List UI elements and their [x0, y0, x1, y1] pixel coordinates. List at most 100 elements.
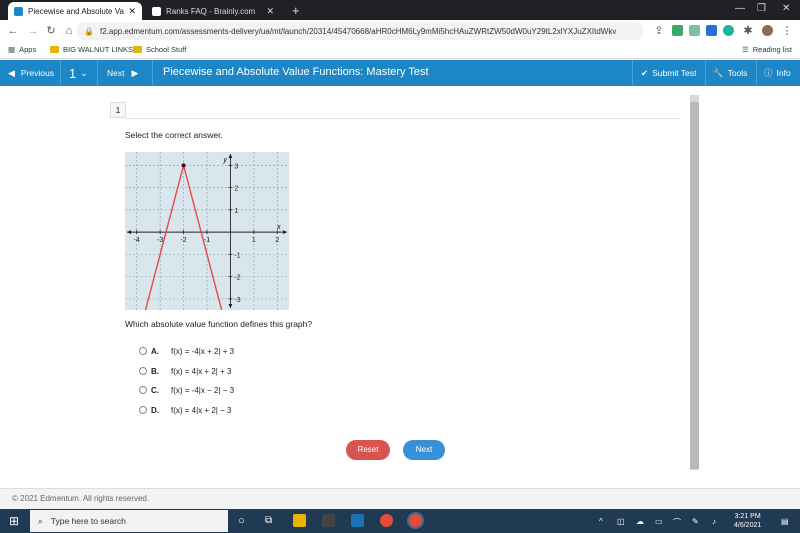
info-icon: ⓘ — [764, 68, 773, 78]
tab-edmentum[interactable]: Piecewise and Absolute Value Fu ✕ — [8, 2, 142, 20]
close-window-icon[interactable]: ✕ — [782, 3, 790, 14]
cortana-icon[interactable]: ○ — [238, 515, 245, 527]
restore-icon[interactable]: ❐ — [757, 3, 766, 14]
divider — [126, 118, 680, 119]
submit-test-button[interactable]: ✔ Submit Test — [641, 60, 696, 86]
search-placeholder: Type here to search — [50, 516, 126, 526]
divider — [756, 60, 757, 86]
y-tick-label: 2 — [234, 186, 238, 193]
radio-button[interactable] — [139, 367, 147, 375]
extension-v-icon[interactable] — [689, 25, 700, 36]
new-tab-button[interactable]: + — [292, 3, 300, 18]
choice-text: f(x) = -4|x − 2| − 3 — [171, 385, 235, 395]
onedrive-icon[interactable]: ☁ — [636, 517, 644, 526]
browser-tab-strip: Piecewise and Absolute Value Fu ✕ Ranks … — [0, 0, 800, 20]
search-icon: ⌕ — [38, 515, 43, 526]
extension-g-icon[interactable] — [723, 25, 734, 36]
radio-button[interactable] — [139, 347, 147, 355]
x-tick-label: -4 — [134, 237, 140, 244]
tools-label: Tools — [727, 68, 748, 78]
chrome-icon[interactable] — [380, 514, 393, 527]
tab-title: Ranks FAQ - Brainly.com — [166, 6, 256, 16]
y-tick-label: 1 — [234, 208, 238, 215]
x-tick-label: 1 — [252, 237, 256, 244]
store-icon[interactable] — [322, 514, 335, 527]
profile-avatar[interactable] — [762, 25, 773, 36]
bookmark-school-stuff[interactable]: School Stuff — [133, 45, 186, 54]
check-circle-icon: ✔ — [641, 67, 649, 78]
task-view-icon[interactable]: ⧉ — [265, 515, 272, 526]
extension-grid-icon[interactable] — [672, 25, 683, 36]
next-button[interactable]: Next — [403, 440, 445, 460]
network-icon[interactable]: ◫ — [617, 517, 625, 526]
question-selector[interactable]: 1 ⌄ — [69, 60, 88, 86]
address-bar[interactable]: 🔒 f2.app.edmentum.com/assessments-delive… — [76, 22, 644, 40]
y-tick-label: -2 — [234, 275, 240, 282]
divider — [705, 60, 706, 86]
tray-chevron-icon[interactable]: ^ — [599, 517, 603, 526]
brainly-favicon-icon — [152, 6, 161, 16]
bookmark-apps[interactable]: ▦ Apps — [8, 45, 36, 54]
x-axis-label: x — [276, 224, 281, 231]
apps-grid-icon: ▦ — [8, 45, 16, 54]
windows-taskbar: ⊞ ⌕ Type here to search ○ ⧉ ^ ◫ ☁ ▭ ⌒ ✎ … — [0, 509, 800, 533]
previous-button[interactable]: ◀ Previous — [8, 60, 54, 86]
choice-c[interactable]: C. f(x) = -4|x − 2| − 3 — [139, 384, 234, 396]
y-tick-label: 3 — [234, 163, 238, 170]
divider — [632, 60, 633, 86]
url-text: f2.app.edmentum.com/assessments-delivery… — [99, 26, 617, 36]
windows-start-icon[interactable]: ⊞ — [9, 514, 19, 528]
extension-c-icon[interactable] — [706, 25, 717, 36]
reload-icon[interactable]: ↻ — [44, 24, 58, 38]
forward-icon[interactable]: → — [26, 24, 40, 38]
x-tick-label: 2 — [275, 237, 279, 244]
extensions-puzzle-icon[interactable]: ✱ — [741, 24, 755, 38]
back-icon[interactable]: ← — [6, 24, 20, 38]
choice-letter: C. — [151, 385, 159, 395]
close-tab-icon[interactable]: ✕ — [266, 6, 274, 17]
chevron-down-icon: ⌄ — [80, 67, 88, 78]
page-footer: © 2021 Edmentum. All rights reserved. — [0, 488, 800, 509]
bookmark-big-walnut-links[interactable]: BIG WALNUT LINKS — [50, 45, 133, 54]
reading-list[interactable]: ☰ Reading list — [742, 45, 792, 54]
choice-text: f(x) = 4|x + 2| − 3 — [171, 405, 232, 415]
clock[interactable]: 3:21 PM 4/6/2021 — [734, 512, 761, 530]
next-question-button[interactable]: Next ▶ — [107, 60, 138, 86]
reset-button[interactable]: Reset — [346, 440, 390, 460]
close-tab-icon[interactable]: ✕ — [128, 6, 136, 17]
tools-button[interactable]: 🔧 Tools — [713, 60, 747, 86]
edmentum-favicon-icon — [14, 6, 23, 16]
lock-icon: 🔒 — [84, 26, 94, 36]
choice-text: f(x) = 4|x + 2| + 3 — [171, 366, 232, 376]
bookmark-label: School Stuff — [146, 45, 187, 54]
time-text: 3:21 PM — [734, 513, 761, 520]
menu-kebab-icon[interactable]: ⋮ — [780, 24, 794, 38]
share-icon[interactable]: ⇪ — [652, 24, 666, 38]
previous-label: Previous — [20, 68, 54, 78]
info-button[interactable]: ⓘ Info — [764, 60, 791, 86]
choice-a[interactable]: A. f(x) = -4|x + 2| + 3 — [139, 345, 234, 357]
battery-icon[interactable]: ▭ — [655, 517, 663, 526]
pen-icon[interactable]: ✎ — [692, 517, 699, 526]
choice-letter: A. — [151, 346, 159, 356]
choice-b[interactable]: B. f(x) = 4|x + 2| + 3 — [139, 365, 231, 377]
choice-letter: B. — [151, 366, 159, 376]
home-icon[interactable]: ⌂ — [62, 24, 76, 38]
volume-icon[interactable]: ♪ — [712, 517, 716, 526]
chrome-active-icon[interactable] — [407, 512, 424, 529]
taskbar-search[interactable]: ⌕ Type here to search — [30, 510, 228, 532]
info-label: Info — [776, 68, 791, 78]
radio-button[interactable] — [139, 406, 147, 414]
tab-brainly[interactable]: Ranks FAQ - Brainly.com ✕ — [146, 2, 280, 20]
scrollbar-thumb[interactable] — [690, 102, 699, 469]
radio-button[interactable] — [139, 386, 147, 394]
wifi-icon[interactable]: ⌒ — [673, 517, 681, 528]
y-axis-label: y — [222, 157, 227, 164]
notifications-icon[interactable]: ▤ — [781, 517, 789, 526]
choice-d[interactable]: D. f(x) = 4|x + 2| − 3 — [139, 404, 231, 416]
mail-icon[interactable] — [351, 514, 364, 527]
next-label: Next — [107, 68, 125, 78]
file-explorer-icon[interactable] — [293, 514, 306, 527]
minimize-icon[interactable]: — — [735, 3, 745, 14]
bookmark-label: BIG WALNUT LINKS — [63, 45, 134, 54]
